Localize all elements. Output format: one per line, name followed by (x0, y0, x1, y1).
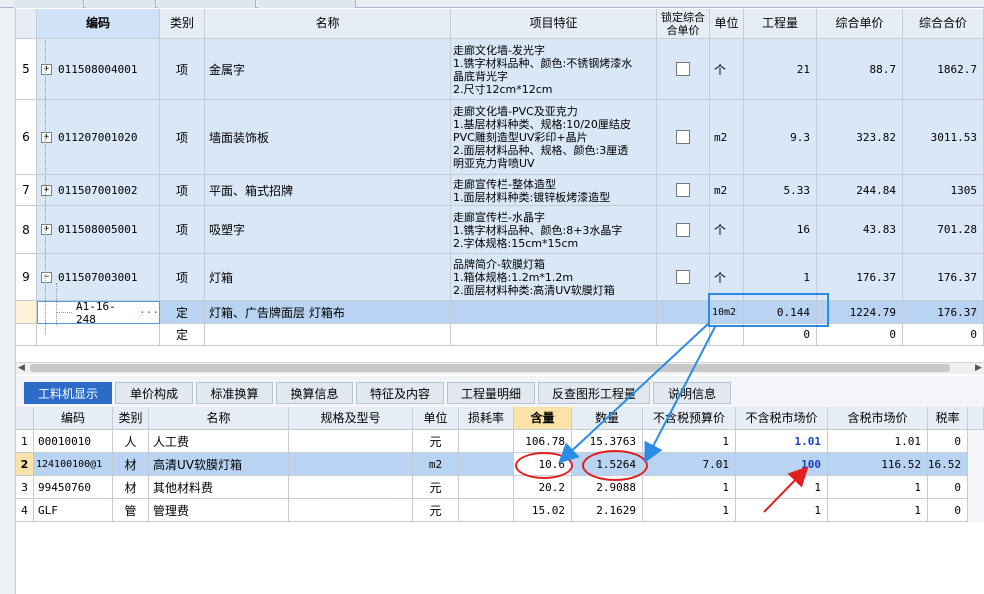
annotation-arrows (558, 322, 809, 513)
arrow-icon (558, 322, 710, 464)
arrow-icon (763, 466, 809, 513)
arrow-icon (644, 324, 717, 464)
